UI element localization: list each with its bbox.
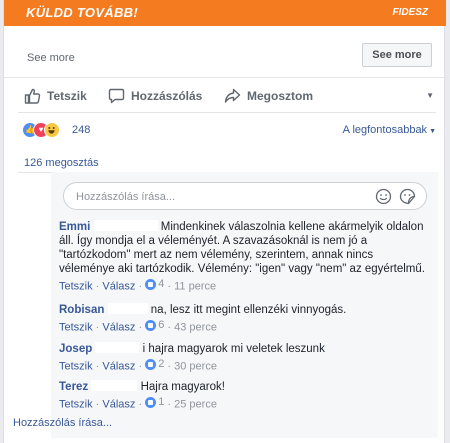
- comment-like-link[interactable]: Tetszik: [59, 399, 93, 411]
- comment-author[interactable]: Josep: [59, 343, 92, 355]
- comment-meta: Tetszik · Válasz · 4 · 11 perce: [59, 277, 217, 293]
- comment-like-count[interactable]: 1: [145, 395, 164, 409]
- comment-item: Robisan na, lesz itt megint ellenzéki vi…: [59, 303, 431, 335]
- comment-text: na, lesz itt megint ellenzéki vinnyogás.: [150, 304, 347, 316]
- like-icon: [145, 319, 157, 331]
- comment-meta: Tetszik · Válasz · 6 · 43 perce: [59, 318, 217, 334]
- like-icon: [145, 358, 157, 370]
- comment-input[interactable]: Hozzászólás írása...: [63, 182, 427, 210]
- post-banner[interactable]: KÜLDD TOVÁBB! FIDESZ: [4, 0, 446, 26]
- comment-timestamp[interactable]: 11 perce: [174, 281, 216, 293]
- post-card: KÜLDD TOVÁBB! FIDESZ See more See more T…: [3, 0, 446, 443]
- comment-author[interactable]: Terez: [59, 381, 88, 393]
- share-arrow-icon: [224, 88, 241, 103]
- reaction-count[interactable]: 248: [72, 124, 90, 136]
- sticker-icon[interactable]: [399, 188, 416, 205]
- redacted-name: [95, 342, 140, 353]
- comment-meta: Tetszik · Válasz · 1 · 25 perce: [59, 395, 217, 411]
- share-count[interactable]: 126 megosztás: [24, 157, 99, 169]
- banner-title: KÜLDD TOVÁBB!: [26, 5, 138, 20]
- comment-like-count[interactable]: 4: [145, 277, 164, 291]
- comment-sort-dropdown[interactable]: A legfontosabbak ▼: [343, 124, 436, 136]
- like-icon: [145, 278, 157, 290]
- emoji-icon[interactable]: [375, 188, 392, 205]
- comments-section: Hozzászólás írása... Emmi Mindenkinek vá…: [51, 172, 438, 438]
- redacted-name: [107, 303, 148, 314]
- comment-meta: Tetszik · Válasz · 2 · 30 perce: [59, 357, 217, 373]
- comment-timestamp[interactable]: 43 perce: [174, 322, 217, 334]
- comment-item: Josep i hajra magyarok mi veletek leszun…: [59, 342, 431, 374]
- comment-author[interactable]: Emmi: [59, 221, 90, 233]
- banner-brand: FIDESZ: [392, 7, 428, 18]
- thumbs-up-icon: [24, 88, 41, 104]
- comment-text: Hajra magyarok!: [140, 381, 225, 393]
- comment-like-link[interactable]: Tetszik: [59, 281, 93, 293]
- see-more-button[interactable]: See more: [362, 43, 432, 67]
- redacted-name: [93, 220, 158, 231]
- like-icon: [145, 396, 157, 408]
- see-more-row: See more See more: [4, 38, 446, 78]
- comment-reply-link[interactable]: Válasz: [102, 281, 135, 293]
- speech-bubble-icon: [108, 88, 125, 104]
- comment-like-link[interactable]: Tetszik: [59, 361, 93, 373]
- comment-item: Terez Hajra magyarok! Tetszik · Válasz ·…: [59, 380, 431, 412]
- comment-text: i hajra magyarok mi veletek leszunk: [142, 343, 325, 355]
- reaction-icons[interactable]: 👍 ♥: [22, 122, 68, 138]
- redacted-name: [91, 380, 138, 391]
- comment-input-placeholder: Hozzászólás írása...: [76, 191, 176, 203]
- like-button[interactable]: Tetszik: [24, 87, 87, 105]
- share-label: Megosztom: [247, 89, 313, 103]
- like-label: Tetszik: [47, 89, 87, 103]
- comment-reply-link[interactable]: Válasz: [102, 399, 135, 411]
- post-actions: Tetszik Hozzászólás Megosztom ▼: [18, 79, 436, 113]
- comment-timestamp[interactable]: 30 perce: [174, 361, 217, 373]
- chevron-down-icon[interactable]: ▼: [426, 91, 434, 100]
- see-more-text: See more: [27, 52, 75, 64]
- comment-like-count[interactable]: 2: [145, 357, 164, 371]
- comment-item: Emmi Mindenkinek válaszolnia kellene aká…: [59, 220, 431, 294]
- comment-like-count[interactable]: 6: [145, 318, 164, 332]
- comment-author[interactable]: Robisan: [59, 304, 104, 316]
- caret-down-icon: ▼: [429, 128, 436, 135]
- comment-reply-link[interactable]: Válasz: [102, 361, 135, 373]
- comment-button[interactable]: Hozzászólás: [108, 87, 202, 105]
- comment-label: Hozzászólás: [131, 89, 203, 103]
- comment-reply-link[interactable]: Válasz: [102, 322, 135, 334]
- haha-icon: [44, 122, 60, 138]
- comment-timestamp[interactable]: 25 perce: [174, 399, 217, 411]
- share-button[interactable]: Megosztom: [224, 87, 313, 105]
- sort-label: A legfontosabbak: [342, 124, 428, 136]
- comment-like-link[interactable]: Tetszik: [59, 322, 93, 334]
- reactions-summary: 👍 ♥ 248 A legfontosabbak ▼: [18, 121, 436, 141]
- write-comment-link[interactable]: Hozzászólás írása...: [13, 417, 112, 429]
